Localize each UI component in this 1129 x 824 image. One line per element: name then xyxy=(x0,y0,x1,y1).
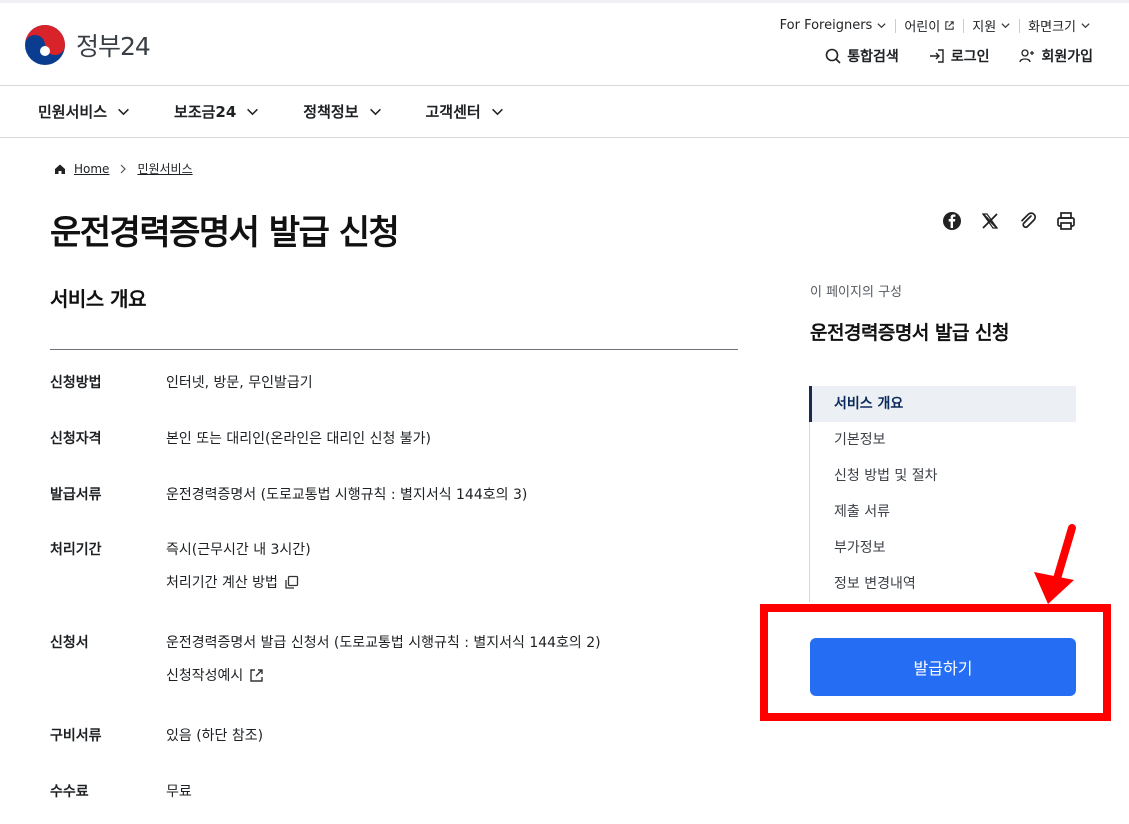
toc-item-basic-info[interactable]: 기본정보 xyxy=(809,422,1076,458)
main-nav: 민원서비스 보조금24 정책정보 고객센터 xyxy=(0,85,1129,138)
nav-item-label: 보조금24 xyxy=(174,103,237,121)
chevron-right-icon xyxy=(121,164,127,173)
section-title: 서비스 개요 xyxy=(50,287,146,311)
signup-label: 회원가입 xyxy=(1041,49,1093,65)
row-value: 운전경력증명서 (도로교통법 시행규칙 : 별지서식 144호의 3) xyxy=(166,487,528,503)
link-label: 신청작성예시 xyxy=(166,668,244,684)
row-key: 신청방법 xyxy=(50,375,102,391)
application-example-link[interactable]: 신청작성예시 xyxy=(166,665,264,685)
chevron-down-icon xyxy=(247,108,259,116)
copy-popup-icon xyxy=(285,575,299,589)
breadcrumb: Home 민원서비스 xyxy=(54,160,193,177)
screen-size-label: 화면크기 xyxy=(1028,20,1076,35)
row-value: 운전경력증명서 발급 신청서 (도로교통법 시행규칙 : 별지서식 144호의 … xyxy=(166,635,601,651)
screen-size-menu[interactable]: 화면크기 xyxy=(1020,16,1099,35)
row-value: 즉시(근무시간 내 3시간) xyxy=(166,542,311,558)
link-label: 처리기간 계산 방법 xyxy=(166,575,278,591)
utility-nav: For Foreigners 어린이 지원 화면크기 xyxy=(772,16,1099,35)
for-foreigners-menu[interactable]: For Foreigners xyxy=(772,18,896,33)
breadcrumb-current[interactable]: 민원서비스 xyxy=(137,160,192,177)
external-link-icon xyxy=(945,21,954,30)
page-title: 운전경력증명서 발급 신청 xyxy=(50,213,400,253)
home-icon xyxy=(55,164,65,174)
signup-button[interactable]: 회원가입 xyxy=(1019,46,1093,66)
search-label: 통합검색 xyxy=(847,49,899,65)
taegeuk-logo-icon xyxy=(25,25,65,65)
chevron-down-icon xyxy=(118,108,129,116)
share-tools xyxy=(941,210,1077,232)
highlight-box xyxy=(760,604,1111,721)
external-link-icon xyxy=(250,668,263,682)
nav-item-subsidy[interactable]: 보조금24 xyxy=(174,101,259,122)
row-key: 수수료 xyxy=(50,784,89,800)
row-key: 구비서류 xyxy=(50,728,102,744)
kids-label: 어린이 xyxy=(904,20,941,35)
login-label: 로그인 xyxy=(950,49,990,65)
row-key: 발급서류 xyxy=(50,487,102,503)
print-icon[interactable] xyxy=(1055,210,1077,232)
x-twitter-icon[interactable] xyxy=(979,210,1001,232)
facebook-icon[interactable] xyxy=(941,210,963,232)
nav-item-label: 고객센터 xyxy=(425,103,481,121)
red-arrow-icon xyxy=(1034,524,1076,604)
row-value: 본인 또는 대리인(온라인은 대리인 신청 불가) xyxy=(166,431,432,447)
row-key: 신청자격 xyxy=(50,431,102,447)
nav-item-civil-services[interactable]: 민원서비스 xyxy=(38,101,130,122)
for-foreigners-label: For Foreigners xyxy=(779,18,873,33)
row-key: 신청서 xyxy=(50,635,89,651)
nav-item-label: 정책정보 xyxy=(303,103,359,121)
processing-time-calc-link[interactable]: 처리기간 계산 방법 xyxy=(166,572,299,592)
nav-item-policy[interactable]: 정책정보 xyxy=(303,101,381,122)
search-icon xyxy=(825,48,841,64)
toc-caption: 이 페이지의 구성 xyxy=(810,285,902,300)
row-value: 무료 xyxy=(166,784,192,800)
chevron-down-icon xyxy=(877,23,886,29)
kids-link[interactable]: 어린이 xyxy=(896,16,963,35)
top-strip xyxy=(0,0,1129,3)
row-key: 처리기간 xyxy=(50,542,102,558)
row-value: 인터넷, 방문, 무인발급기 xyxy=(166,375,313,391)
login-button[interactable]: 로그인 xyxy=(929,46,990,66)
toc-item-overview[interactable]: 서비스 개요 xyxy=(809,386,1076,422)
login-icon xyxy=(929,49,944,63)
add-user-icon xyxy=(1019,49,1035,63)
toc-title: 운전경력증명서 발급 신청 xyxy=(810,322,1010,344)
breadcrumb-home[interactable]: Home xyxy=(74,162,109,176)
support-label: 지원 xyxy=(972,20,997,35)
chevron-down-icon xyxy=(1001,23,1010,29)
search-button[interactable]: 통합검색 xyxy=(825,46,899,66)
toc-item-procedure[interactable]: 신청 방법 및 절차 xyxy=(809,458,1076,494)
brand-name: 정부24 xyxy=(76,32,151,61)
member-nav: 통합검색 로그인 회원가입 xyxy=(825,46,1093,66)
nav-item-label: 민원서비스 xyxy=(38,103,108,121)
divider xyxy=(50,349,738,350)
row-value: 있음 (하단 참조) xyxy=(166,728,264,744)
chevron-down-icon xyxy=(369,108,381,116)
support-menu[interactable]: 지원 xyxy=(964,16,1019,35)
nav-item-customer-center[interactable]: 고객센터 xyxy=(426,101,504,122)
site-logo[interactable]: 정부24 xyxy=(24,24,151,66)
chevron-down-icon xyxy=(1081,23,1090,29)
link-copy-icon[interactable] xyxy=(1017,210,1039,232)
chevron-down-icon xyxy=(491,108,503,116)
